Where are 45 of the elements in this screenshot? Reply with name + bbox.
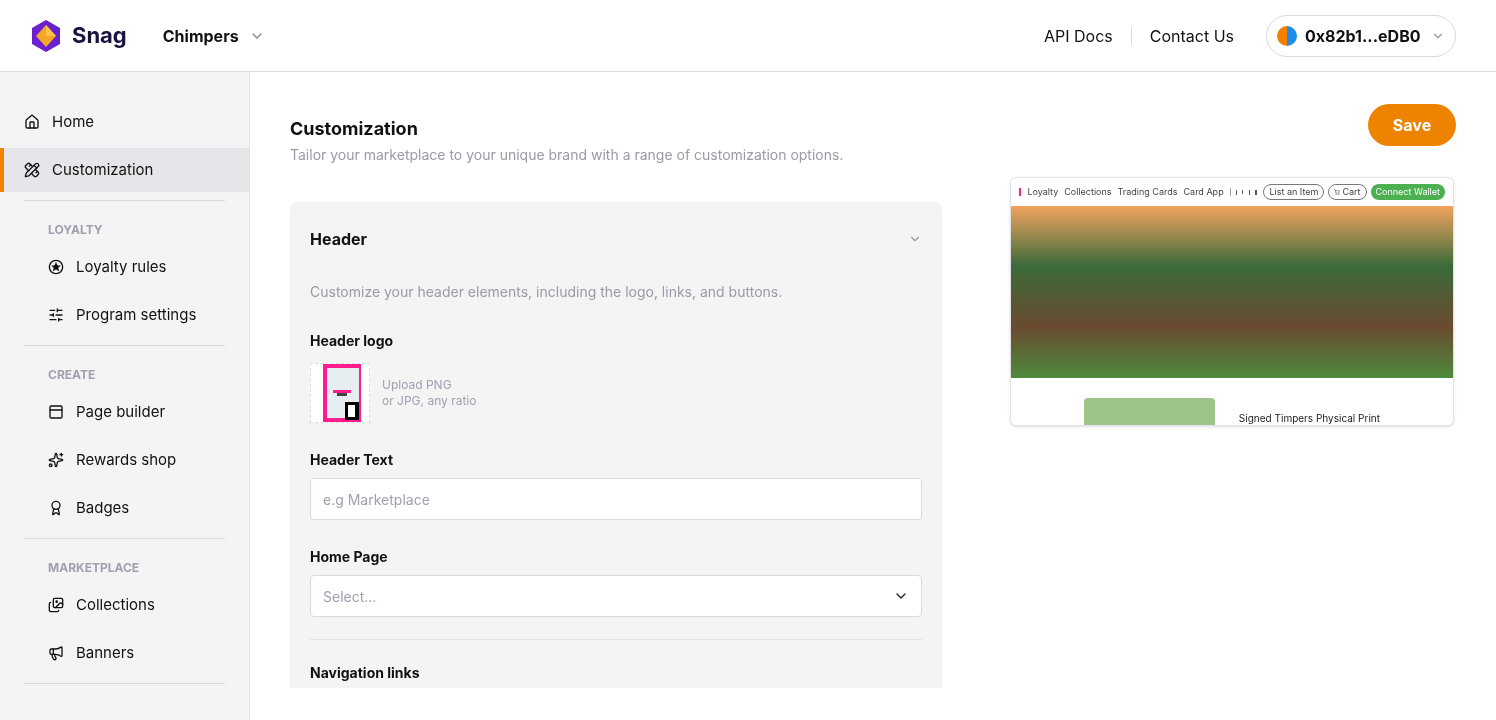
sidebar-item[interactable]: Collections [24,583,225,627]
preview-nav-link[interactable]: Collections [1064,185,1112,199]
sliders-icon [48,307,64,323]
header-accordion-toggle[interactable]: Header [310,227,922,251]
sidebar-item[interactable]: Banners [24,631,225,675]
header-text-input[interactable]: e.g Marketplace [310,478,922,520]
field-label: Header Text [310,450,394,470]
section-heading: LOYALTY [47,221,104,239]
upload-hint: Upload PNG [382,377,453,393]
sidebar-item[interactable]: Badges [24,486,225,530]
cart-icon [1334,189,1341,195]
sidebar-item[interactable]: Rewards shop [24,438,225,482]
sidebar-item[interactable]: Customization [0,148,249,192]
preview-nav-link[interactable]: Trading Cards [1117,185,1178,199]
page-title: Customization [290,117,419,141]
megaphone-icon [48,645,64,661]
sidebar-item[interactable]: Page builder [24,390,225,434]
panel-description: Customize your header elements, including the logo, links, and buttons. [310,282,784,302]
wallet-avatar-icon [1277,25,1297,46]
header-link[interactable]: API Docs [1043,23,1113,48]
page-subtitle: Tailor your marketplace to your unique brand with a range of customization options. [290,145,844,165]
section-heading: MARKETPLACE [47,559,141,577]
field-label: Header logo [310,331,395,351]
pencil-ruler-icon [24,162,40,178]
sidebar-item[interactable]: Home [0,100,249,144]
home-icon [24,114,40,130]
sidebar-item[interactable]: Program settings [24,293,225,337]
preview-nav-link[interactable]: Card App [1183,185,1224,199]
brand-name: Snag [72,21,127,50]
images-icon [48,597,64,613]
upload-hint: or JPG, any ratio [382,393,477,409]
star-circle-icon [48,259,64,275]
field-label: Home Page [310,547,389,567]
page-icon [48,404,64,420]
logo-upload-drawing[interactable] [310,363,370,423]
preview-nav-link[interactable]: Loyalty [1027,185,1059,199]
field-label: Navigation links [310,663,421,683]
sparkles-icon [48,452,64,468]
section-heading: CREATE [47,366,97,384]
item-title: Signed Timpers Physical Print [1238,412,1380,425]
snag-logo-icon [30,18,62,53]
award-icon [48,500,64,516]
project-dropdown[interactable]: Chimpers [162,23,265,48]
header-link[interactable]: Contact Us [1149,23,1234,48]
sidebar-item[interactable]: Loyalty rules [24,245,225,289]
